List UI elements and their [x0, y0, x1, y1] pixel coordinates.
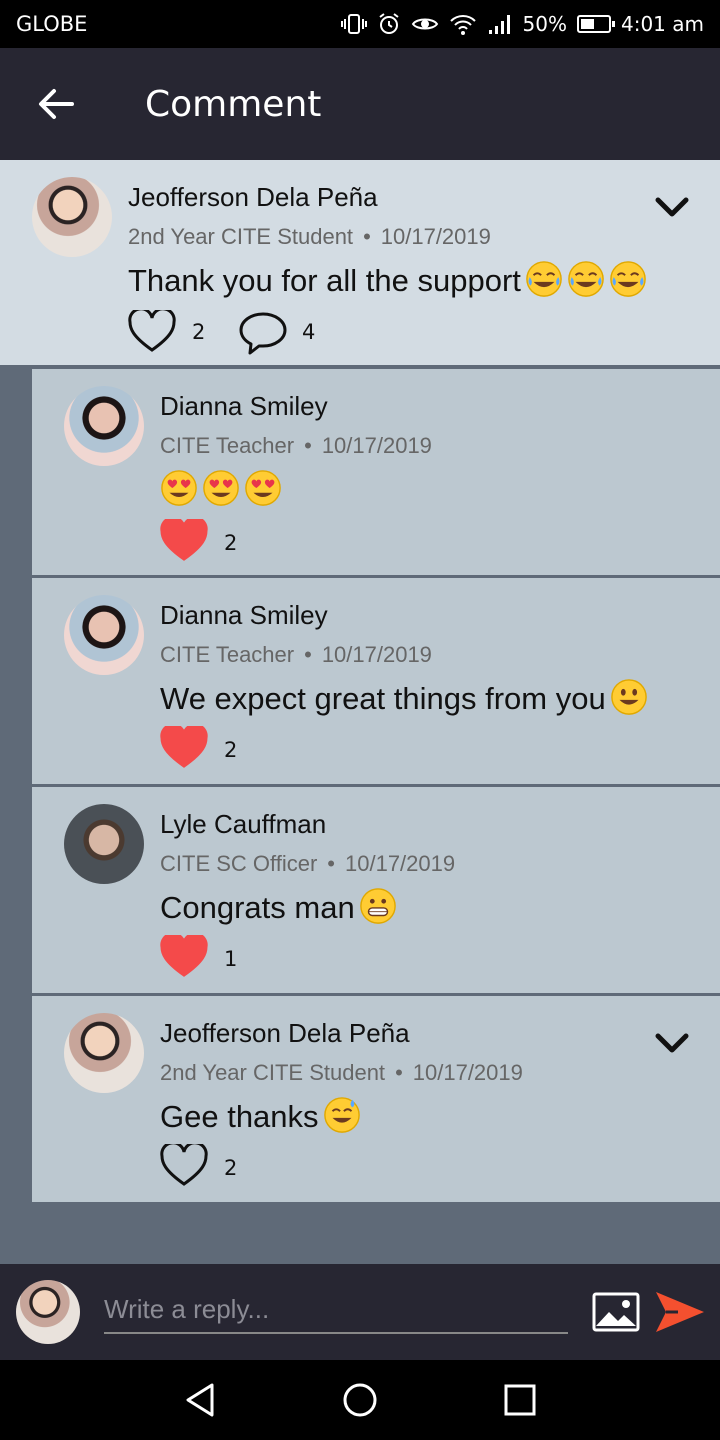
clock-time: 4:01 am [620, 12, 704, 36]
reply-date: 10/17/2019 [321, 642, 432, 667]
reply-item: Lyle Cauffman CITE SC Officer • 10/17/2019… [32, 787, 720, 993]
grin-emoji [359, 888, 396, 924]
battery-percent: 50% [522, 12, 567, 36]
reply-date: 10/17/2019 [345, 851, 456, 876]
wifi-icon [449, 15, 476, 35]
author-meta: CITE Teacher • 10/17/2019 [160, 642, 432, 668]
author-name[interactable]: Jeofferson Dela Peña [160, 1018, 410, 1049]
reply-item: Dianna Smiley CITE Teacher • 10/17/2019 We… [32, 578, 720, 784]
page-title: Comment [145, 83, 322, 125]
heart-filled-icon[interactable] [160, 726, 208, 770]
avatar[interactable] [64, 804, 144, 884]
reply-text-content: We expect great things from you [160, 681, 606, 716]
reply-emojis [355, 888, 397, 925]
like-count: 2 [224, 1156, 238, 1180]
like-count: 2 [224, 531, 238, 555]
like-count: 2 [224, 738, 238, 762]
reply-text: We expect great things from you [160, 678, 648, 717]
reply-text [156, 469, 282, 508]
reply-item: Dianna Smiley CITE Teacher • 10/17/2019 2 [32, 369, 720, 575]
joy-emoji [568, 261, 604, 297]
heart-filled-icon[interactable] [160, 519, 208, 563]
eye-icon [411, 18, 438, 30]
author-role: 2nd Year CITE Student [160, 1060, 386, 1085]
post-date: 10/17/2019 [380, 224, 491, 249]
author-role: CITE Teacher [160, 642, 295, 667]
author-meta: 2nd Year CITE Student • 10/17/2019 [128, 224, 491, 250]
author-meta: CITE Teacher • 10/17/2019 [160, 433, 432, 459]
reply-emojis [156, 470, 282, 507]
avatar[interactable] [64, 1013, 144, 1093]
battery-icon [576, 15, 615, 33]
heart-outline-icon[interactable] [128, 310, 176, 354]
reply-text-content: Gee thanks [160, 1099, 319, 1134]
reply-text: Gee thanks [160, 1096, 361, 1135]
author-meta: CITE SC Officer • 10/17/2019 [160, 851, 455, 877]
status-bar: GLOBE 50% 4:01 am [0, 0, 720, 48]
reply-item: Jeofferson Dela Peña 2nd Year CITE Stude… [32, 996, 720, 1202]
reply-emojis [606, 679, 648, 716]
post-emojis [521, 261, 647, 298]
author-meta: 2nd Year CITE Student • 10/17/2019 [160, 1060, 523, 1086]
separator-dot: • [304, 642, 312, 667]
author-name[interactable]: Dianna Smiley [160, 600, 328, 631]
like-count: 2 [192, 320, 206, 344]
heart-filled-icon[interactable] [160, 935, 208, 979]
carrier-label: GLOBE [16, 12, 88, 36]
separator-dot: • [395, 1060, 403, 1085]
reply-date: 10/17/2019 [412, 1060, 523, 1085]
post-text: Thank you for all the support [128, 260, 647, 299]
smiley-emoji [610, 679, 647, 715]
reply-input[interactable]: Write a reply... [104, 1294, 568, 1334]
current-user-avatar [16, 1280, 80, 1344]
author-name[interactable]: Jeofferson Dela Peña [128, 182, 378, 213]
reply-emojis [319, 1097, 361, 1134]
chevron-down-icon[interactable] [654, 1032, 690, 1056]
avatar[interactable] [64, 386, 144, 466]
image-icon[interactable] [592, 1292, 640, 1332]
heart-outline-icon[interactable] [160, 1144, 208, 1188]
battery-fill [580, 19, 594, 29]
app-bar: Comment [0, 48, 720, 160]
joy-emoji [526, 261, 562, 297]
separator-dot: • [327, 851, 335, 876]
back-triangle-icon[interactable] [184, 1382, 216, 1418]
separator-dot: • [304, 433, 312, 458]
sweat-smile-emoji [323, 1097, 360, 1133]
author-name[interactable]: Lyle Cauffman [160, 809, 326, 840]
original-post: Jeofferson Dela Peña 2nd Year CITE Stude… [0, 160, 720, 365]
system-nav-bar [0, 1360, 720, 1440]
author-name[interactable]: Dianna Smiley [160, 391, 328, 422]
author-role: CITE SC Officer [160, 851, 318, 876]
back-arrow-icon [39, 89, 74, 119]
separator-dot: • [363, 224, 371, 249]
comment-count: 4 [302, 320, 316, 344]
heart-eyes-emoji [245, 470, 281, 506]
send-icon[interactable] [654, 1288, 706, 1336]
heart-eyes-emoji [161, 470, 197, 506]
like-count: 1 [224, 947, 238, 971]
reply-text-content: Congrats man [160, 890, 355, 925]
signal-icon [488, 15, 510, 34]
reply-text: Congrats man [160, 887, 397, 926]
status-icons: 50% 4:01 am [340, 12, 704, 36]
avatar[interactable] [32, 177, 112, 257]
rofl-emoji [610, 261, 646, 297]
home-circle-icon[interactable] [342, 1382, 378, 1418]
recents-square-icon[interactable] [504, 1384, 536, 1416]
avatar[interactable] [64, 595, 144, 675]
alarm-icon [378, 13, 399, 34]
comment-bubble-icon[interactable] [238, 310, 288, 356]
author-role: 2nd Year CITE Student [128, 224, 354, 249]
back-button[interactable] [0, 48, 112, 160]
post-text-content: Thank you for all the support [128, 263, 521, 298]
chevron-down-icon[interactable] [654, 196, 690, 220]
author-role: CITE Teacher [160, 433, 295, 458]
reply-date: 10/17/2019 [321, 433, 432, 458]
vibrate-icon [340, 14, 367, 34]
heart-eyes-emoji [203, 470, 239, 506]
